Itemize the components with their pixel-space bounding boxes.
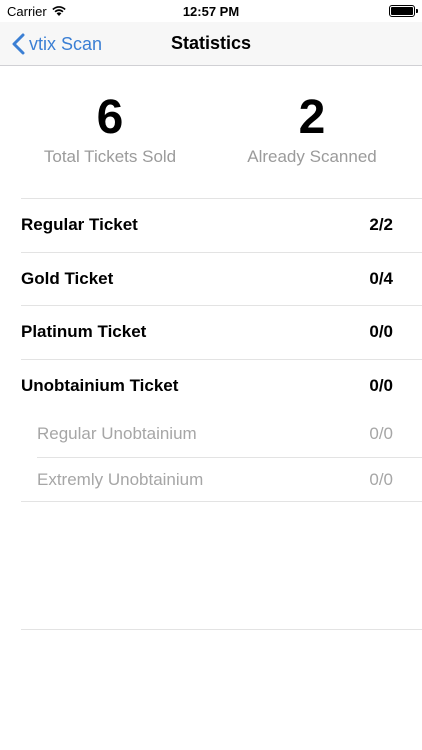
ticket-count: 0/4 (369, 268, 393, 288)
summary-section: 6 Total Tickets Sold 2 Already Scanned (0, 90, 422, 170)
ticket-row-unobtainium: Unobtainium Ticket 0/0 (21, 358, 422, 413)
ticket-row-regular: Regular Ticket 2/2 (21, 198, 422, 252)
divider (21, 629, 422, 630)
ticket-list: Regular Ticket 2/2 Gold Ticket 0/4 Plati… (21, 198, 422, 502)
ticket-count: 2/2 (369, 215, 393, 234)
battery-icon (389, 5, 418, 17)
scanned-stat: 2 Already Scanned (212, 90, 412, 168)
ticket-count: 0/0 (369, 322, 393, 341)
total-sold-value: 6 (96, 91, 124, 144)
subtype-row-extremly-unobtainium: Extremly Unobtainium 0/0 (37, 456, 422, 502)
ticket-row-platinum: Platinum Ticket 0/0 (21, 305, 422, 359)
ticket-row-gold: Gold Ticket 0/4 (21, 251, 422, 306)
ticket-count: 0/0 (369, 375, 393, 395)
scanned-value: 2 (298, 91, 326, 144)
total-sold-label: Total Tickets Sold (43, 147, 177, 166)
subtype-name: Regular Unobtainium (37, 424, 197, 443)
subtype-count: 0/0 (369, 424, 393, 443)
ticket-name: Unobtainium Ticket (21, 375, 179, 395)
ticket-name: Platinum Ticket (21, 322, 147, 341)
navigation-bar: vtix Scan Statistics (0, 22, 422, 66)
clock: 12:57 PM (182, 4, 240, 19)
subtype-name: Extremly Unobtainium (37, 469, 204, 489)
scanned-label: Already Scanned (247, 147, 377, 166)
subtype-row-regular-unobtainium: Regular Unobtainium 0/0 (37, 412, 422, 457)
total-sold-stat: 6 Total Tickets Sold (10, 90, 210, 168)
status-bar: Carrier 12:57 PM (0, 0, 422, 22)
page-title: Statistics (170, 33, 252, 53)
ticket-name: Regular Ticket (21, 215, 138, 234)
subtype-count: 0/0 (369, 469, 393, 489)
ticket-name: Gold Ticket (21, 268, 114, 288)
list-divider (21, 501, 422, 502)
